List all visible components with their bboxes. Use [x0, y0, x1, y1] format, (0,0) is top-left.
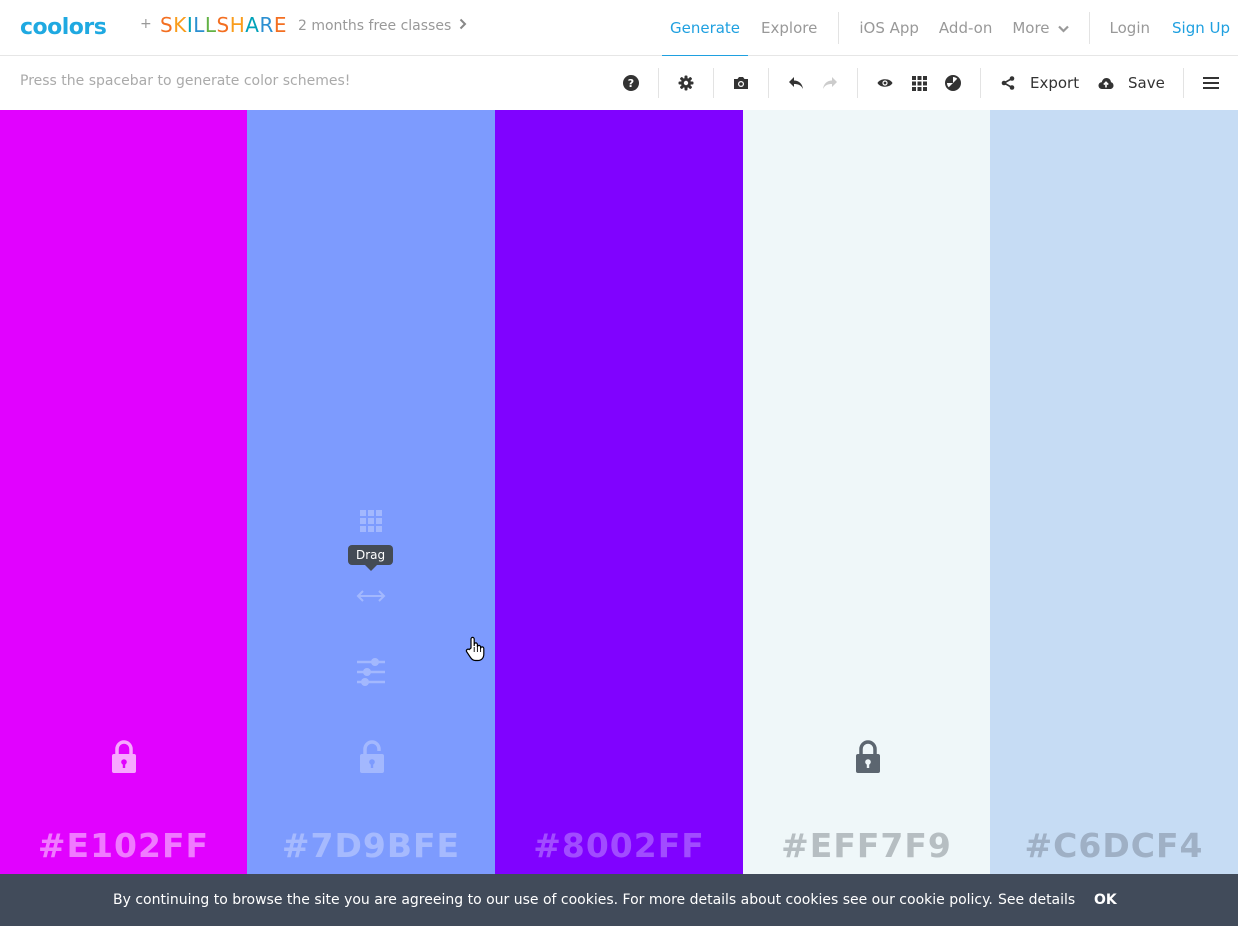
toolbar-divider: [768, 68, 769, 98]
share-icon[interactable]: [993, 68, 1023, 98]
unlock-icon[interactable]: [359, 740, 385, 774]
lock-icon[interactable]: [111, 740, 137, 774]
cookie-text: By continuing to browse the site you are…: [113, 892, 993, 908]
lock-icon[interactable]: [855, 740, 881, 774]
redo-icon[interactable]: [815, 68, 845, 98]
help-icon[interactable]: ?: [616, 68, 646, 98]
nav-divider: [838, 12, 840, 44]
nav-signup[interactable]: Sign Up: [1172, 0, 1230, 56]
nav-explore[interactable]: Explore: [761, 0, 817, 56]
toolbar-divider: [980, 68, 981, 98]
chevron-right-icon: [459, 18, 467, 34]
undo-icon[interactable]: [781, 68, 811, 98]
svg-text:?: ?: [628, 77, 634, 90]
nav-more-label: More: [1012, 19, 1050, 37]
top-navigation: coolors + SKILLSHARE 2 months free class…: [0, 0, 1238, 57]
palette: #E102FF Drag #7D9BFE #8002FF #EFF7F9 #C6…: [0, 110, 1238, 874]
grid-icon[interactable]: [360, 510, 382, 536]
toolbar: Press the spacebar to generate color sch…: [0, 56, 1238, 110]
coolors-logo-text: coolors: [20, 14, 107, 40]
eye-icon[interactable]: [870, 68, 900, 98]
color-swatch[interactable]: Drag #7D9BFE: [247, 110, 495, 874]
cookie-ok-button[interactable]: OK: [1094, 892, 1117, 908]
menu-icon[interactable]: [1196, 68, 1226, 98]
sliders-icon[interactable]: [357, 658, 385, 690]
logo-plus-sign: +: [140, 16, 152, 32]
gear-icon[interactable]: [671, 68, 701, 98]
hex-code[interactable]: #8002FF: [495, 826, 743, 865]
coolors-logo[interactable]: coolors: [20, 14, 107, 40]
save-button[interactable]: Save: [1128, 74, 1165, 92]
toolbar-divider: [1183, 68, 1184, 98]
hex-code[interactable]: #E102FF: [0, 826, 247, 865]
hand-cursor-icon: [465, 636, 485, 662]
export-button[interactable]: Export: [1030, 74, 1079, 92]
color-swatch[interactable]: #8002FF: [495, 110, 743, 874]
drag-tooltip: Drag: [348, 545, 394, 571]
main-nav: Generate Explore iOS App Add-on More Log…: [661, 0, 1238, 57]
toolbar-divider: [857, 68, 858, 98]
nav-divider: [1088, 12, 1090, 44]
color-swatch[interactable]: #C6DCF4: [990, 110, 1238, 874]
grid-icon[interactable]: [904, 68, 934, 98]
hex-code[interactable]: #EFF7F9: [743, 826, 990, 865]
camera-icon[interactable]: [726, 68, 756, 98]
promo-link[interactable]: 2 months free classes: [298, 18, 467, 34]
nav-addon[interactable]: Add-on: [939, 0, 992, 56]
hex-code[interactable]: #7D9BFE: [247, 826, 495, 865]
nav-generate[interactable]: Generate: [661, 0, 749, 57]
contrast-icon[interactable]: [938, 68, 968, 98]
chevron-down-icon: [1057, 19, 1069, 37]
nav-more[interactable]: More: [1012, 0, 1069, 56]
nav-login[interactable]: Login: [1110, 0, 1150, 56]
toolbar-divider: [713, 68, 714, 98]
nav-ios-app[interactable]: iOS App: [859, 0, 919, 56]
drag-arrows-icon[interactable]: [356, 588, 386, 608]
promo-text: 2 months free classes: [298, 18, 452, 34]
color-swatch[interactable]: #E102FF: [0, 110, 247, 874]
skillshare-logo[interactable]: SKILLSHARE: [160, 13, 287, 37]
cookie-banner: By continuing to browse the site you are…: [0, 874, 1238, 926]
cloud-upload-icon[interactable]: [1091, 68, 1121, 98]
see-details-link[interactable]: See details: [998, 892, 1075, 908]
toolbar-divider: [658, 68, 659, 98]
spacebar-hint: Press the spacebar to generate color sch…: [20, 73, 351, 89]
color-swatch[interactable]: #EFF7F9: [743, 110, 990, 874]
hex-code[interactable]: #C6DCF4: [990, 826, 1238, 865]
